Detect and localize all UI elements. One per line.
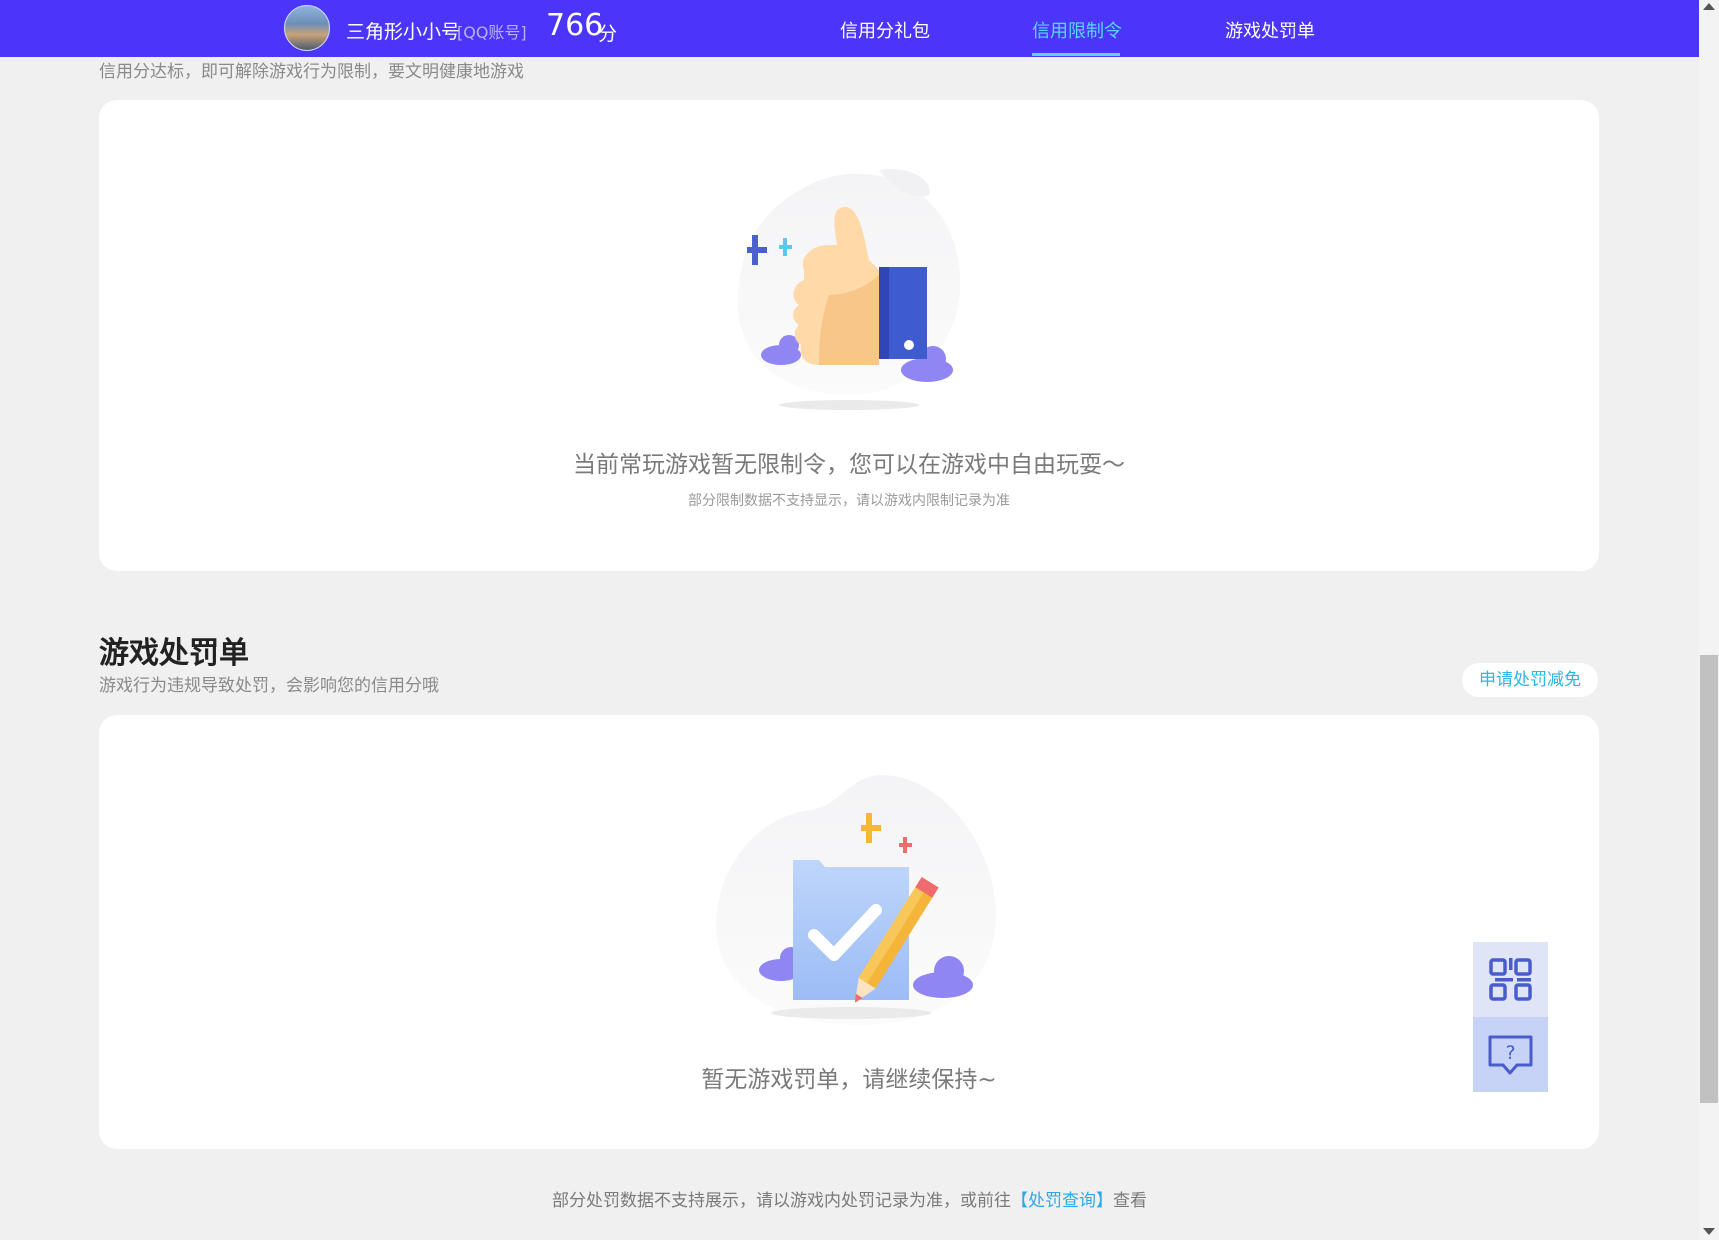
tab-credit-gift[interactable]: 信用分礼包 — [840, 17, 930, 43]
penalty-subtitle: 游戏行为违规导致处罚，会影响您的信用分哦 — [99, 676, 439, 696]
active-tab-indicator — [1032, 53, 1120, 56]
tab-game-penalty[interactable]: 游戏处罚单 — [1225, 17, 1315, 43]
penalty-empty-message: 暂无游戏罚单，请继续保持~ — [701, 1067, 997, 1093]
penalty-card: 暂无游戏罚单，请继续保持~ — [99, 715, 1599, 1149]
page: 三角形小小号 [QQ账号] 766 分 信用分礼包 信用限制令 游戏处罚单 信用… — [0, 0, 1699, 1240]
floating-toolbar: ? — [1473, 942, 1548, 1092]
document-check-illustration-icon — [716, 775, 996, 1025]
top-nav-bar: 三角形小小号 [QQ账号] 766 分 信用分礼包 信用限制令 游戏处罚单 — [0, 0, 1699, 57]
qr-code-button[interactable] — [1473, 942, 1548, 1017]
account-type-label: [QQ账号] — [457, 23, 527, 42]
username: 三角形小小号 — [346, 21, 461, 43]
svg-text:?: ? — [1505, 1042, 1515, 1064]
scroll-down-arrow-icon[interactable] — [1703, 1228, 1715, 1235]
restriction-empty-message: 当前常玩游戏暂无限制令，您可以在游戏中自由玩耍～ — [573, 452, 1125, 478]
thumbs-up-illustration-icon — [737, 169, 961, 410]
footer-text: 部分处罚数据不支持展示，请以游戏内处罚记录为准，或前往 — [552, 1191, 1011, 1211]
credit-score-unit: 分 — [598, 23, 618, 45]
apply-penalty-reduction-button[interactable]: 申请处罚减免 — [1462, 663, 1598, 697]
restriction-empty-note: 部分限制数据不支持显示，请以游戏内限制记录为准 — [688, 493, 1010, 509]
avatar[interactable] — [284, 5, 330, 51]
restriction-card: 当前常玩游戏暂无限制令，您可以在游戏中自由玩耍～ 部分限制数据不支持显示，请以游… — [99, 100, 1599, 571]
help-chat-icon: ? — [1488, 1035, 1533, 1075]
tab-credit-restriction[interactable]: 信用限制令 — [1032, 17, 1122, 43]
restriction-subtitle: 信用分达标，即可解除游戏行为限制，要文明健康地游戏 — [99, 62, 524, 82]
footer-note: 部分处罚数据不支持展示，请以游戏内处罚记录为准，或前往【处罚查询】查看 — [0, 1186, 1699, 1211]
footer-text-after: 查看 — [1113, 1191, 1147, 1211]
credit-score: 766 — [546, 8, 604, 43]
penalty-section-title: 游戏处罚单 — [99, 636, 249, 671]
scroll-up-arrow-icon[interactable] — [1703, 3, 1715, 10]
help-button[interactable]: ? — [1473, 1017, 1548, 1092]
scrollbar-thumb[interactable] — [1700, 655, 1718, 1103]
qr-code-icon — [1489, 958, 1532, 1001]
penalty-query-link[interactable]: 【处罚查询】 — [1011, 1191, 1113, 1211]
